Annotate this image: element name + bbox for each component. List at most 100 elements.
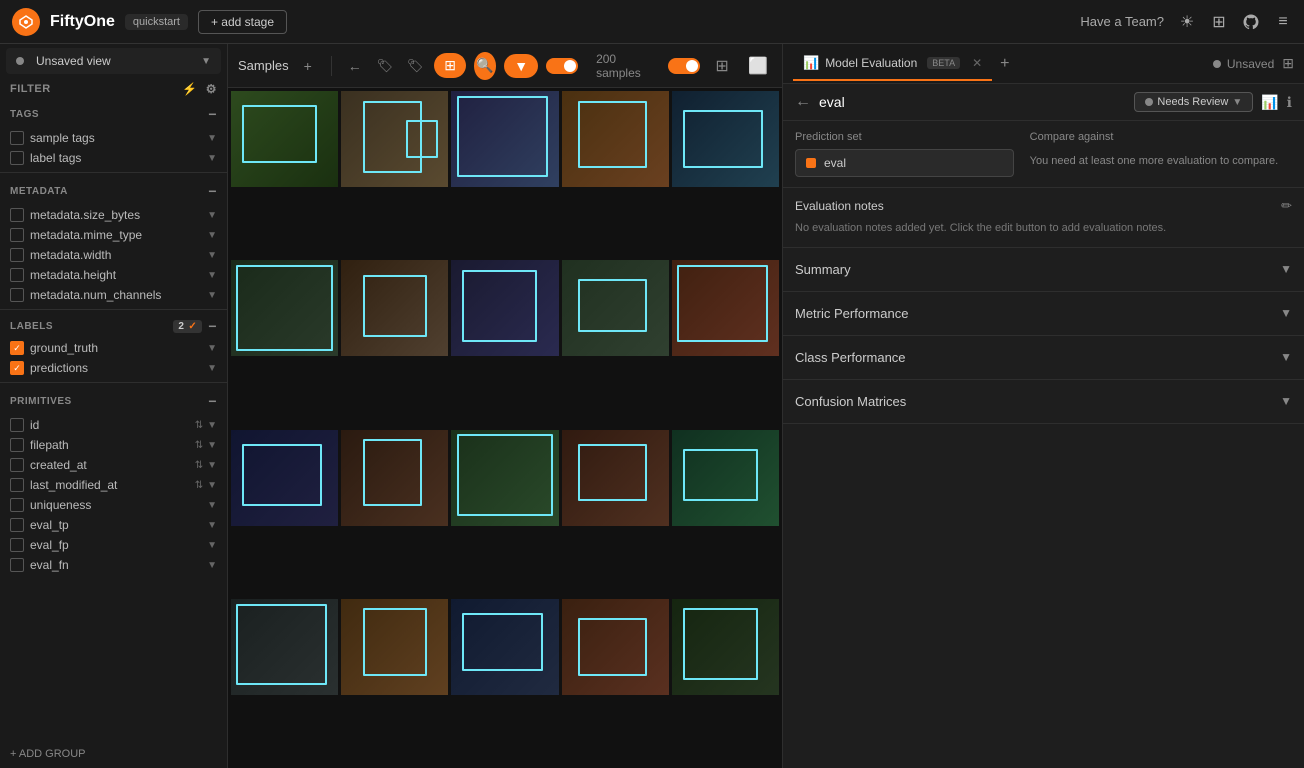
close-tab-icon[interactable]: ✕ <box>972 56 982 70</box>
bar-chart-icon[interactable]: 📊 <box>1261 94 1278 111</box>
bars-icon[interactable]: ≡ <box>1274 13 1292 31</box>
id-checkbox[interactable] <box>10 418 24 432</box>
compare-against-text: You need at least one more evaluation to… <box>1030 149 1292 167</box>
layout-button[interactable]: ⊞ <box>708 52 736 80</box>
grid-cell-5[interactable] <box>672 91 779 187</box>
topbar-right: Have a Team? ☀ ⊞ ≡ <box>1080 13 1292 31</box>
primitives-minus-icon[interactable]: − <box>208 393 217 409</box>
sidebar-item-created-at[interactable]: created_at ⇅ ▼ <box>0 455 227 475</box>
grid-view-button[interactable]: ⊞ <box>434 53 466 78</box>
metadata-minus-icon[interactable]: − <box>208 183 217 199</box>
sidebar-item-filepath[interactable]: filepath ⇅ ▼ <box>0 435 227 455</box>
created-at-checkbox[interactable] <box>10 458 24 472</box>
size-bytes-checkbox[interactable] <box>10 208 24 222</box>
labels-minus-icon[interactable]: − <box>208 318 217 334</box>
height-checkbox[interactable] <box>10 268 24 282</box>
label-button[interactable]: 🏷 <box>404 52 426 80</box>
grid-cell-7[interactable] <box>341 260 448 356</box>
sidebar-item-eval-fn[interactable]: eval_fn ▼ <box>0 555 227 575</box>
panel-grid-icon[interactable]: ⊞ <box>1282 55 1294 72</box>
grid-cell-4[interactable] <box>562 91 669 187</box>
bbox-overlay <box>406 120 438 158</box>
second-toggle[interactable] <box>668 58 700 74</box>
sidebar-item-id[interactable]: id ⇅ ▼ <box>0 415 227 435</box>
sidebar-item-sample-tags[interactable]: sample tags ▼ <box>0 128 227 148</box>
sidebar-item-uniqueness[interactable]: uniqueness ▼ <box>0 495 227 515</box>
grid-icon[interactable]: ⊞ <box>1210 13 1228 31</box>
search-button[interactable]: 🔍 <box>474 52 496 80</box>
toggle-switch[interactable] <box>546 58 578 74</box>
field-color-dot <box>806 158 816 168</box>
sidebar-item-eval-fp[interactable]: eval_fp ▼ <box>0 535 227 555</box>
github-icon[interactable] <box>1242 13 1260 31</box>
ground-truth-checkbox[interactable] <box>10 341 24 355</box>
uniqueness-label: uniqueness <box>30 498 91 512</box>
grid-cell-9[interactable] <box>562 260 669 356</box>
samples-tab-label[interactable]: Samples <box>238 58 289 73</box>
width-checkbox[interactable] <box>10 248 24 262</box>
eval-back-button[interactable]: ← <box>795 93 811 111</box>
sidebar-item-predictions[interactable]: predictions ▼ <box>0 358 227 378</box>
grid-cell-10[interactable] <box>672 260 779 356</box>
fullscreen-button[interactable]: ⬜ <box>744 52 772 80</box>
grid-cell-14[interactable] <box>562 430 669 526</box>
model-evaluation-tab[interactable]: 📊 Model Evaluation BETA ✕ <box>793 47 992 81</box>
mime-type-checkbox[interactable] <box>10 228 24 242</box>
grid-cell-2[interactable] <box>341 91 448 187</box>
add-tab-button[interactable]: + <box>297 52 319 80</box>
grid-cell-17[interactable] <box>341 599 448 695</box>
sidebar-item-last-modified-at[interactable]: last_modified_at ⇅ ▼ <box>0 475 227 495</box>
class-performance-header[interactable]: Class Performance ▼ <box>783 336 1304 379</box>
lightning-icon[interactable]: ⚡ <box>182 82 197 96</box>
sidebar-item-num-channels[interactable]: metadata.num_channels ▼ <box>0 285 227 305</box>
sidebar-item-eval-tp[interactable]: eval_tp ▼ <box>0 515 227 535</box>
eval-tp-checkbox[interactable] <box>10 518 24 532</box>
sun-icon[interactable]: ☀ <box>1178 13 1196 31</box>
filter-button[interactable]: ▼ <box>504 54 538 78</box>
grid-cell-16[interactable] <box>231 599 338 695</box>
tag-button[interactable]: 🏷 <box>374 52 396 80</box>
needs-review-badge[interactable]: Needs Review ▼ <box>1134 92 1253 112</box>
add-stage-button[interactable]: + add stage <box>198 10 287 34</box>
eval-fn-checkbox[interactable] <box>10 558 24 572</box>
eval-notes-section: Evaluation notes ✏ No evaluation notes a… <box>783 188 1304 248</box>
sample-tags-checkbox[interactable] <box>10 131 24 145</box>
sidebar-item-mime-type[interactable]: metadata.mime_type ▼ <box>0 225 227 245</box>
sidebar-item-label-tags[interactable]: label tags ▼ <box>0 148 227 168</box>
confusion-matrices-header[interactable]: Confusion Matrices ▼ <box>783 380 1304 423</box>
sidebar-item-size-bytes[interactable]: metadata.size_bytes ▼ <box>0 205 227 225</box>
grid-cell-6[interactable] <box>231 260 338 356</box>
uniqueness-checkbox[interactable] <box>10 498 24 512</box>
chevron-icon: ▼ <box>207 210 217 221</box>
grid-cell-11[interactable] <box>231 430 338 526</box>
sidebar-item-height[interactable]: metadata.height ▼ <box>0 265 227 285</box>
sidebar-item-ground-truth[interactable]: ground_truth ▼ <box>0 338 227 358</box>
grid-cell-20[interactable] <box>672 599 779 695</box>
bbox-overlay <box>462 270 537 342</box>
add-group-button[interactable]: + ADD GROUP <box>0 740 227 768</box>
grid-cell-19[interactable] <box>562 599 669 695</box>
sidebar-item-width[interactable]: metadata.width ▼ <box>0 245 227 265</box>
predictions-checkbox[interactable] <box>10 361 24 375</box>
grid-cell-1[interactable] <box>231 91 338 187</box>
add-panel-tab-button[interactable]: + <box>1000 55 1009 73</box>
grid-cell-8[interactable] <box>451 260 558 356</box>
grid-cell-18[interactable] <box>451 599 558 695</box>
edit-icon[interactable]: ✏ <box>1281 198 1292 214</box>
last-modified-at-checkbox[interactable] <box>10 478 24 492</box>
tags-minus-icon[interactable]: − <box>208 106 217 122</box>
metric-performance-header[interactable]: Metric Performance ▼ <box>783 292 1304 335</box>
eval-fp-checkbox[interactable] <box>10 538 24 552</box>
num-channels-checkbox[interactable] <box>10 288 24 302</box>
info-icon[interactable]: ℹ <box>1287 94 1292 111</box>
label-tags-checkbox[interactable] <box>10 151 24 165</box>
summary-header[interactable]: Summary ▼ <box>783 248 1304 291</box>
grid-cell-3[interactable] <box>451 91 558 187</box>
filepath-checkbox[interactable] <box>10 438 24 452</box>
grid-cell-15[interactable] <box>672 430 779 526</box>
back-nav-button[interactable]: ← <box>344 52 366 80</box>
grid-cell-13[interactable] <box>451 430 558 526</box>
saved-view-bar[interactable]: Unsaved view ▼ <box>6 48 221 74</box>
grid-cell-12[interactable] <box>341 430 448 526</box>
settings-icon[interactable]: ⚙ <box>206 82 217 96</box>
